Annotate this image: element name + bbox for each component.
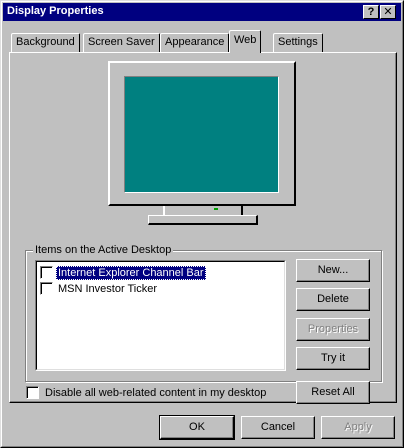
delete-button[interactable]: Delete bbox=[296, 288, 370, 311]
disable-web-content-label: Disable all web-related content in my de… bbox=[45, 386, 267, 399]
list-item-label: Internet Explorer Channel Bar bbox=[56, 265, 206, 280]
display-properties-window: Display Properties ? ✕ Background Screen… bbox=[0, 0, 404, 448]
item-checkbox[interactable] bbox=[40, 282, 53, 295]
help-button[interactable]: ? bbox=[363, 5, 379, 19]
tab-screen-saver[interactable]: Screen Saver bbox=[83, 33, 160, 52]
apply-button[interactable]: Apply bbox=[321, 416, 395, 439]
monitor-stand bbox=[148, 215, 258, 225]
try-it-button[interactable]: Try it bbox=[296, 347, 370, 370]
monitor-case bbox=[108, 61, 296, 206]
monitor-screen bbox=[124, 76, 279, 193]
list-item[interactable]: MSN Investor Ticker bbox=[40, 281, 159, 296]
active-desktop-group-label: Items on the Active Desktop bbox=[33, 244, 174, 256]
disable-web-content-checkbox[interactable] bbox=[26, 386, 39, 399]
active-desktop-items-list[interactable]: Internet Explorer Channel Bar MSN Invest… bbox=[35, 260, 286, 371]
new-button[interactable]: New... bbox=[296, 259, 370, 282]
disable-web-content-option[interactable]: Disable all web-related content in my de… bbox=[26, 386, 266, 399]
list-item-label: MSN Investor Ticker bbox=[58, 282, 158, 295]
window-title: Display Properties bbox=[7, 5, 104, 17]
tab-appearance[interactable]: Appearance bbox=[160, 33, 230, 52]
monitor-preview bbox=[108, 61, 298, 227]
tab-web[interactable]: Web bbox=[229, 30, 262, 53]
tab-background[interactable]: Background bbox=[11, 33, 80, 52]
reset-all-button[interactable]: Reset All bbox=[296, 381, 370, 404]
item-checkbox[interactable] bbox=[40, 266, 53, 279]
power-led-icon bbox=[214, 208, 218, 210]
ok-button[interactable]: OK bbox=[159, 415, 235, 440]
tab-settings[interactable]: Settings bbox=[273, 33, 323, 52]
close-button[interactable]: ✕ bbox=[380, 5, 396, 19]
list-item[interactable]: Internet Explorer Channel Bar bbox=[40, 265, 206, 280]
cancel-button[interactable]: Cancel bbox=[241, 416, 315, 439]
properties-button[interactable]: Properties bbox=[296, 318, 370, 341]
title-bar[interactable]: Display Properties ? ✕ bbox=[3, 3, 401, 21]
